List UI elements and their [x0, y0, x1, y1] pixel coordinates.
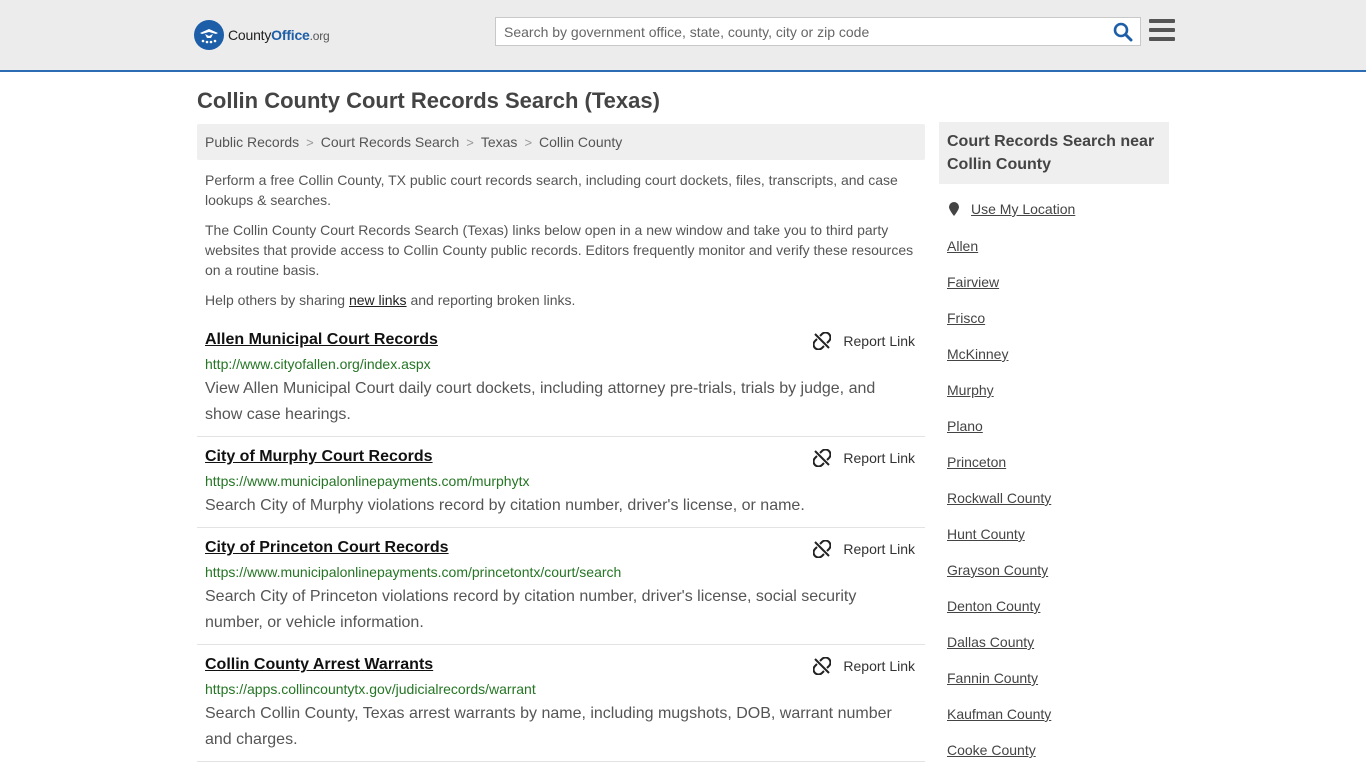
- report-link-button[interactable]: Report Link: [813, 540, 915, 558]
- search-bar: [495, 17, 1141, 46]
- logo-wordmark: CountyOffice.org: [228, 27, 330, 43]
- sidebar-link-grayson-county[interactable]: Grayson County: [947, 562, 1048, 578]
- result-item: City of Murphy Court Records Report Link…: [197, 448, 925, 528]
- result-title-link[interactable]: Allen Municipal Court Records: [205, 331, 438, 349]
- breadcrumb-item-collin-county[interactable]: Collin County: [539, 134, 622, 150]
- breadcrumb-item-public-records[interactable]: Public Records: [205, 134, 299, 150]
- sidebar-link-cooke-county[interactable]: Cooke County: [947, 742, 1036, 758]
- sidebar-link-dallas-county[interactable]: Dallas County: [947, 634, 1034, 650]
- result-title-link[interactable]: City of Princeton Court Records: [205, 539, 449, 557]
- result-item: Collin County Arrest Warrants Report Lin…: [197, 656, 925, 762]
- intro-paragraph: The Collin County Court Records Search (…: [205, 222, 914, 278]
- breadcrumb-separator: >: [466, 134, 474, 150]
- county-seal-icon: [194, 20, 224, 50]
- sidebar-link-murphy[interactable]: Murphy: [947, 382, 994, 398]
- search-input[interactable]: [496, 18, 1106, 45]
- report-link-button[interactable]: Report Link: [813, 449, 915, 467]
- breadcrumb-separator: >: [306, 134, 314, 150]
- use-my-location: Use My Location: [947, 201, 1075, 217]
- report-link-button[interactable]: Report Link: [813, 657, 915, 675]
- breadcrumb-separator: >: [524, 134, 533, 150]
- map-marker-icon: [949, 202, 959, 216]
- sidebar-link-denton-county[interactable]: Denton County: [947, 598, 1040, 614]
- broken-link-icon: [813, 540, 832, 558]
- result-url[interactable]: https://www.municipalonlinepayments.com/…: [205, 564, 621, 580]
- share-paragraph: Help others by sharing new links and rep…: [205, 292, 576, 308]
- result-title-link[interactable]: Collin County Arrest Warrants: [205, 656, 433, 674]
- breadcrumb-item-texas[interactable]: Texas: [481, 134, 518, 150]
- breadcrumb: Public Records > Court Records Search > …: [197, 124, 925, 160]
- site-header: CountyOffice.org: [0, 0, 1366, 72]
- result-item: Allen Municipal Court Records Report Lin…: [197, 331, 925, 437]
- use-my-location-link[interactable]: Use My Location: [971, 201, 1075, 217]
- result-title-link[interactable]: City of Murphy Court Records: [205, 448, 433, 466]
- result-description: Search Collin County, Texas arrest warra…: [205, 705, 892, 748]
- sidebar-link-kaufman-county[interactable]: Kaufman County: [947, 706, 1051, 722]
- broken-link-icon: [813, 657, 832, 675]
- sidebar-link-fannin-county[interactable]: Fannin County: [947, 670, 1038, 686]
- sidebar-link-hunt-county[interactable]: Hunt County: [947, 526, 1025, 542]
- result-description: Search City of Murphy violations record …: [205, 497, 805, 514]
- result-description: Search City of Princeton violations reco…: [205, 588, 857, 631]
- result-item: City of Princeton Court Records Report L…: [197, 539, 925, 645]
- result-description: View Allen Municipal Court daily court d…: [205, 380, 876, 423]
- result-url[interactable]: http://www.cityofallen.org/index.aspx: [205, 356, 431, 372]
- sidebar-heading: Court Records Search near Collin County: [939, 122, 1169, 184]
- report-link-button[interactable]: Report Link: [813, 332, 915, 350]
- sidebar-link-frisco[interactable]: Frisco: [947, 310, 985, 326]
- sidebar-link-mckinney[interactable]: McKinney: [947, 346, 1008, 362]
- breadcrumb-item-court-records-search[interactable]: Court Records Search: [321, 134, 460, 150]
- hamburger-menu-icon[interactable]: [1149, 19, 1175, 43]
- sidebar-link-princeton[interactable]: Princeton: [947, 454, 1006, 470]
- result-url[interactable]: https://www.municipalonlinepayments.com/…: [205, 473, 529, 489]
- result-url[interactable]: https://apps.collincountytx.gov/judicial…: [205, 681, 536, 697]
- search-icon[interactable]: [1112, 21, 1134, 43]
- sidebar-link-rockwall-county[interactable]: Rockwall County: [947, 490, 1051, 506]
- page-title: Collin County Court Records Search (Texa…: [197, 88, 660, 113]
- sidebar-link-plano[interactable]: Plano: [947, 418, 983, 434]
- broken-link-icon: [813, 449, 832, 467]
- sidebar-link-fairview[interactable]: Fairview: [947, 274, 999, 290]
- site-logo[interactable]: CountyOffice.org: [194, 20, 330, 50]
- intro-paragraph: Perform a free Collin County, TX public …: [205, 172, 898, 208]
- broken-link-icon: [813, 332, 832, 350]
- new-links-link[interactable]: new links: [349, 292, 407, 308]
- sidebar-link-allen[interactable]: Allen: [947, 238, 978, 254]
